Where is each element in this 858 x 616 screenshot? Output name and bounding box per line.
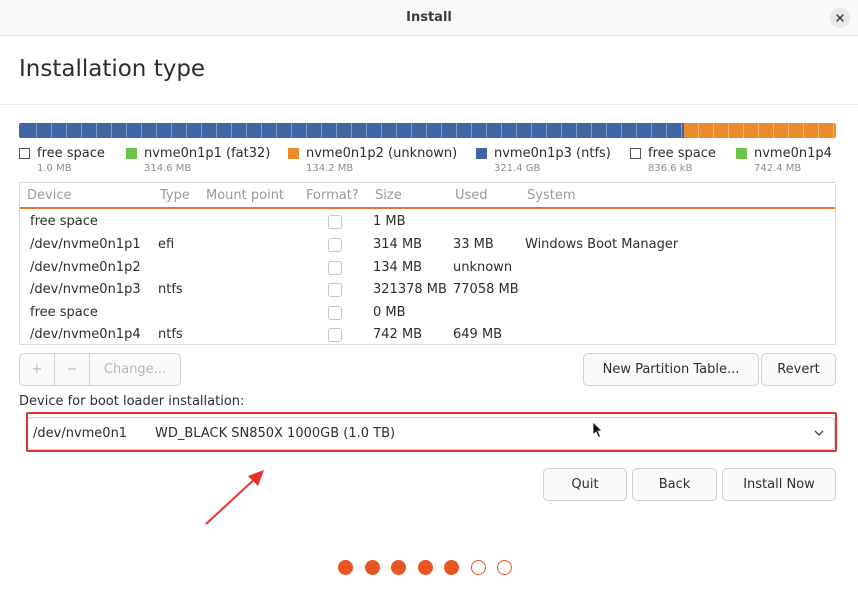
boot-loader-label: Device for boot loader installation: xyxy=(19,394,245,409)
legend-size: 836.6 kB xyxy=(648,163,693,174)
mouse-cursor-icon xyxy=(592,421,603,439)
legend-size: 321.4 GB xyxy=(494,163,541,174)
close-button[interactable] xyxy=(830,8,850,28)
legend-size: 1.0 MB xyxy=(37,163,72,174)
cell-device: free space xyxy=(30,214,98,229)
window-titlebar: Install xyxy=(0,0,858,36)
table-row[interactable]: free space 0 MB xyxy=(20,302,835,325)
column-header-type[interactable]: Type xyxy=(160,188,190,203)
legend-name: nvme0n1p2 (unknown) xyxy=(306,146,458,161)
progress-dot xyxy=(391,560,406,575)
page-title: Installation type xyxy=(19,56,206,82)
annotation-arrow-icon xyxy=(205,470,264,525)
progress-dot xyxy=(444,560,459,575)
format-checkbox[interactable] xyxy=(328,306,342,320)
partition-table: Device Type Mount point Format? Size Use… xyxy=(19,182,836,345)
cell-type: ntfs xyxy=(158,282,183,297)
cell-size: 0 MB xyxy=(373,305,406,320)
cell-device: /dev/nvme0n1p1 xyxy=(30,237,141,252)
progress-dot xyxy=(470,560,486,575)
legend-size: 742.4 MB xyxy=(754,163,802,174)
column-header-system[interactable]: System xyxy=(527,188,575,203)
legend-name: free space xyxy=(648,146,716,161)
legend-name: nvme0n1p1 (fat32) xyxy=(144,146,271,161)
legend-name: free space xyxy=(37,146,105,161)
table-header: Device Type Mount point Format? Size Use… xyxy=(20,183,835,209)
cell-size: 1 MB xyxy=(373,214,406,229)
legend-swatch xyxy=(736,148,747,159)
legend-swatch xyxy=(288,148,299,159)
table-row[interactable]: /dev/nvme0n1p3 ntfs 321378 MB 77058 MB xyxy=(20,279,835,302)
legend-size: 134.2 MB xyxy=(306,163,354,174)
legend-swatch xyxy=(630,148,641,159)
annotation-highlight-box xyxy=(26,412,837,452)
format-checkbox[interactable] xyxy=(328,328,342,342)
cell-type: efi xyxy=(158,237,175,252)
column-header-format[interactable]: Format? xyxy=(306,188,359,203)
cell-size: 314 MB xyxy=(373,237,423,252)
cell-size: 742 MB xyxy=(373,327,423,342)
column-header-mount-point[interactable]: Mount point xyxy=(206,188,284,203)
install-now-button[interactable]: Install Now xyxy=(722,468,836,501)
column-header-size[interactable]: Size xyxy=(375,188,402,203)
cell-type: ntfs xyxy=(158,327,183,342)
cell-used: 649 MB xyxy=(453,327,503,342)
partition-toolbar: + − Change... xyxy=(19,353,181,386)
legend-size: 314.6 MB xyxy=(144,163,192,174)
legend-name: nvme0n1p4 xyxy=(754,146,832,161)
partition-bar xyxy=(19,123,836,138)
partition-legend: free space 1.0 MB nvme0n1p1 (fat32) 314.… xyxy=(19,146,858,178)
format-checkbox[interactable] xyxy=(328,283,342,297)
step-progress-indicator xyxy=(338,560,518,576)
cell-device: free space xyxy=(30,305,98,320)
legend-swatch xyxy=(476,148,487,159)
revert-button[interactable]: Revert xyxy=(761,353,836,386)
close-icon xyxy=(836,14,844,22)
legend-swatch xyxy=(126,148,137,159)
column-header-device[interactable]: Device xyxy=(27,188,71,203)
format-checkbox[interactable] xyxy=(328,215,342,229)
partition-bar-segment-p4 xyxy=(684,123,836,138)
remove-partition-button[interactable]: − xyxy=(55,354,90,385)
progress-dot xyxy=(497,560,512,575)
progress-dot xyxy=(417,560,433,575)
column-header-used[interactable]: Used xyxy=(455,188,488,203)
change-partition-button[interactable]: Change... xyxy=(90,354,180,385)
cell-size: 321378 MB xyxy=(373,282,447,297)
cell-size: 134 MB xyxy=(373,260,423,275)
header-divider xyxy=(0,104,858,105)
cell-used: unknown xyxy=(453,260,513,275)
table-row[interactable]: /dev/nvme0n1p1 efi 314 MB 33 MB Windows … xyxy=(20,234,835,257)
new-partition-table-button[interactable]: New Partition Table... xyxy=(583,353,759,386)
table-row[interactable]: /dev/nvme0n1p4 ntfs 742 MB 649 MB xyxy=(20,324,835,347)
legend-swatch xyxy=(19,148,30,159)
cell-device: /dev/nvme0n1p3 xyxy=(30,282,141,297)
format-checkbox[interactable] xyxy=(328,261,342,275)
cell-used: 33 MB xyxy=(453,237,494,252)
back-button[interactable]: Back xyxy=(632,468,717,501)
table-row[interactable]: /dev/nvme0n1p2 134 MB unknown xyxy=(20,257,835,280)
window-title: Install xyxy=(406,10,452,25)
format-checkbox[interactable] xyxy=(328,238,342,252)
legend-name: nvme0n1p3 (ntfs) xyxy=(494,146,611,161)
progress-dot xyxy=(364,560,380,575)
progress-dot xyxy=(338,560,353,575)
partition-bar-segment-p3 xyxy=(22,123,683,138)
cell-device: /dev/nvme0n1p2 xyxy=(30,260,141,275)
add-partition-button[interactable]: + xyxy=(20,354,55,385)
cell-used: 77058 MB xyxy=(453,282,519,297)
cell-device: /dev/nvme0n1p4 xyxy=(30,327,141,342)
cell-system: Windows Boot Manager xyxy=(525,237,679,252)
table-row[interactable]: free space 1 MB xyxy=(20,211,835,234)
quit-button[interactable]: Quit xyxy=(543,468,627,501)
